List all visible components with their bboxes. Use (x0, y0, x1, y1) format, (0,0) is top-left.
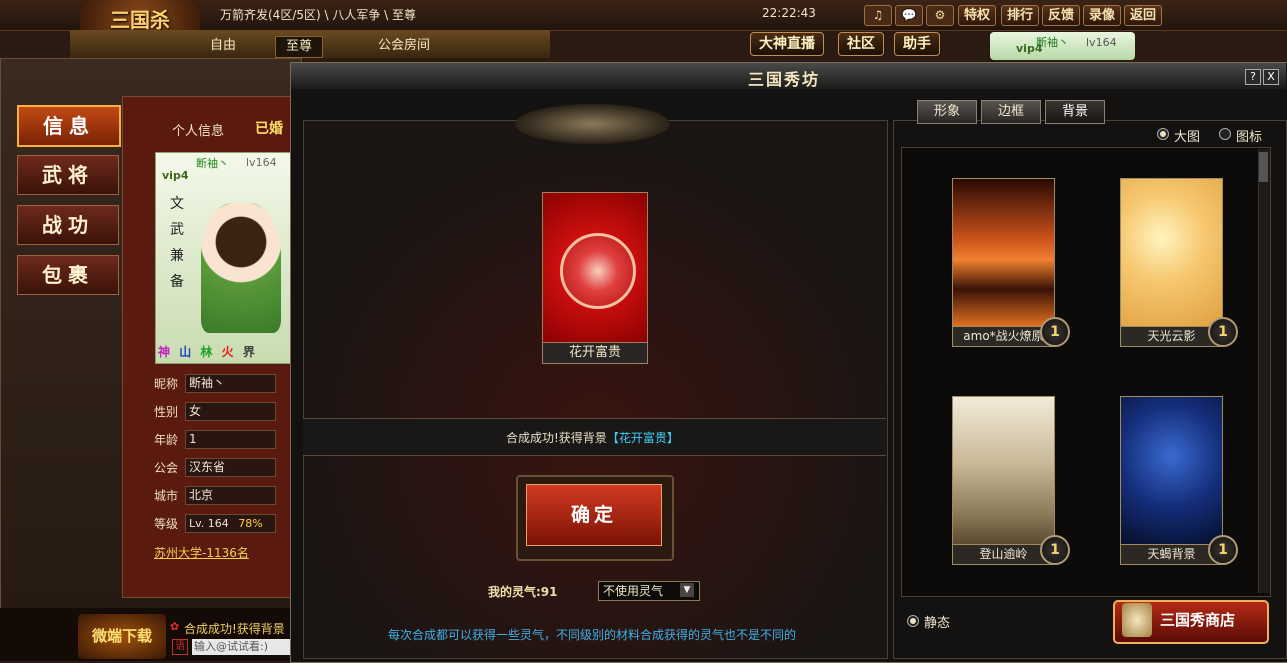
city-value: 北京 (185, 486, 276, 505)
selected-background-caption: 花开富贵 (542, 342, 648, 364)
guild-value: 汉东省 (185, 458, 276, 477)
large-view-label: 大图 (1174, 130, 1201, 145)
nickname-label: 昵称 (154, 377, 179, 391)
speaker-icon[interactable]: 语 (172, 639, 188, 655)
tag-realm: 界 (242, 345, 255, 359)
music-icon[interactable]: ♫ (864, 5, 892, 26)
guild-label: 公会 (154, 461, 179, 475)
avatar-name: 断袖丶 (196, 157, 229, 170)
flower-icon: ✿ (170, 620, 180, 633)
tag-mountain: 山 (179, 345, 192, 359)
hint-text: 每次合成都可以获得一些灵气，不同级别的材料合成获得的灵气也不是不同的 (388, 628, 797, 642)
tab-background[interactable]: 背景 (1045, 100, 1105, 124)
static-label: 静态 (924, 616, 951, 631)
tab-frame[interactable]: 边框 (981, 100, 1041, 124)
large-view-radio[interactable] (1157, 128, 1169, 140)
assistant-button[interactable]: 助手 (894, 32, 940, 56)
close-button[interactable]: X (1263, 69, 1279, 85)
chevron-down-icon[interactable]: ▼ (680, 583, 694, 597)
avatar-vip: vip4 (162, 169, 189, 182)
result-prefix: 合成成功!获得背景 (506, 431, 607, 445)
level-percent: 78% (238, 517, 263, 530)
general-tags: 神 山 林 火 界 (158, 343, 288, 359)
general-title-char: 兼 (170, 248, 184, 264)
tag-god: 神 (158, 345, 171, 359)
nav-achievements[interactable]: 战功 (17, 205, 119, 245)
ornament-decoration (515, 104, 670, 144)
level-text: Lv. 164 (189, 517, 229, 530)
ranking-button[interactable]: 排行 (1001, 5, 1040, 26)
nav-info[interactable]: 信息 (17, 105, 121, 147)
general-title-char: 备 (170, 274, 184, 290)
breadcrumb: 万箭齐发(4区/5区) \ 八人军争 \ 至尊 (220, 8, 417, 22)
level-value: Lv. 164 78% (185, 514, 276, 533)
background-thumbnail[interactable] (1120, 396, 1223, 545)
result-text: 合成成功!获得背景【花开富贵】 (506, 429, 679, 446)
gear-icon[interactable]: ⚙ (926, 5, 954, 26)
community-button[interactable]: 社区 (838, 32, 884, 56)
tab-appearance[interactable]: 形象 (917, 100, 977, 124)
count-badge: 1 (1208, 317, 1238, 347)
tab-free[interactable]: 自由 (200, 36, 246, 56)
count-badge: 1 (1040, 535, 1070, 565)
tab-supreme[interactable]: 至尊 (275, 36, 324, 58)
character-avatar[interactable]: 断袖丶 lv164 vip4 文 武 兼 备 神 山 林 火 界 (155, 152, 292, 364)
age-value: 1 (185, 430, 276, 449)
background-thumbnail[interactable] (1120, 178, 1223, 327)
background-thumbnail[interactable] (952, 396, 1055, 545)
count-badge: 1 (1040, 317, 1070, 347)
privilege-button[interactable]: 特权 (958, 5, 997, 26)
download-client-button[interactable]: 微端下载 (78, 614, 166, 659)
feedback-button[interactable]: 反馈 (1042, 5, 1081, 26)
nav-inventory[interactable]: 包裹 (17, 255, 119, 295)
user-name: 断袖丶 (1036, 36, 1069, 49)
tag-fire: 火 (221, 345, 234, 359)
user-card[interactable]: vip4 断袖丶 lv164 (990, 32, 1135, 60)
general-title: 文 武 兼 备 (170, 191, 186, 295)
chat-input[interactable]: 输入@试试看:) (192, 639, 290, 655)
count-badge: 1 (1208, 535, 1238, 565)
gender-label: 性别 (154, 405, 179, 419)
gender-value: 女 (185, 402, 276, 421)
general-title-char: 文 (170, 196, 184, 212)
confirm-button[interactable]: 确定 (526, 484, 662, 546)
icon-view-label: 图标 (1236, 130, 1263, 145)
nickname-value: 断袖丶 (185, 374, 276, 393)
avatar-level: lv164 (246, 156, 277, 169)
help-button[interactable]: ? (1245, 69, 1261, 85)
profile-header: 个人信息 (172, 124, 225, 139)
shop-book-icon (1122, 603, 1152, 637)
static-radio[interactable] (907, 615, 919, 627)
background-thumbnail[interactable] (952, 178, 1055, 327)
back-button[interactable]: 返回 (1124, 5, 1163, 26)
dialog-title: 三国秀坊 (748, 70, 821, 89)
replay-button[interactable]: 录像 (1083, 5, 1122, 26)
spirit-label: 我的灵气:91 (488, 585, 558, 599)
flower-pattern (560, 233, 636, 309)
grid-scrollbar[interactable] (1258, 149, 1270, 593)
live-stream-button[interactable]: 大神直播 (750, 32, 824, 56)
character-figure (201, 203, 281, 333)
icon-view-radio[interactable] (1219, 128, 1231, 140)
level-label: 等级 (154, 517, 179, 531)
tab-guild-room[interactable]: 公会房间 (368, 36, 440, 56)
result-item: 【花开富贵】 (606, 431, 679, 445)
married-badge: 已婚 (255, 121, 283, 137)
selected-background-image[interactable] (542, 192, 648, 344)
chat-message: 合成成功!获得背景 (184, 622, 285, 636)
user-level: lv164 (1086, 36, 1117, 49)
general-title-char: 武 (170, 222, 184, 238)
school-link[interactable]: 苏州大学-1136名 (154, 544, 249, 561)
nav-generals[interactable]: 武将 (17, 155, 119, 195)
shop-label: 三国秀商店 (1160, 611, 1236, 629)
scrollbar-thumb[interactable] (1259, 152, 1268, 182)
clock: 22:22:43 (762, 6, 816, 20)
chat-icon[interactable]: 💬 (895, 5, 923, 26)
tag-forest: 林 (200, 345, 213, 359)
age-label: 年龄 (154, 433, 179, 447)
city-label: 城市 (154, 489, 179, 503)
